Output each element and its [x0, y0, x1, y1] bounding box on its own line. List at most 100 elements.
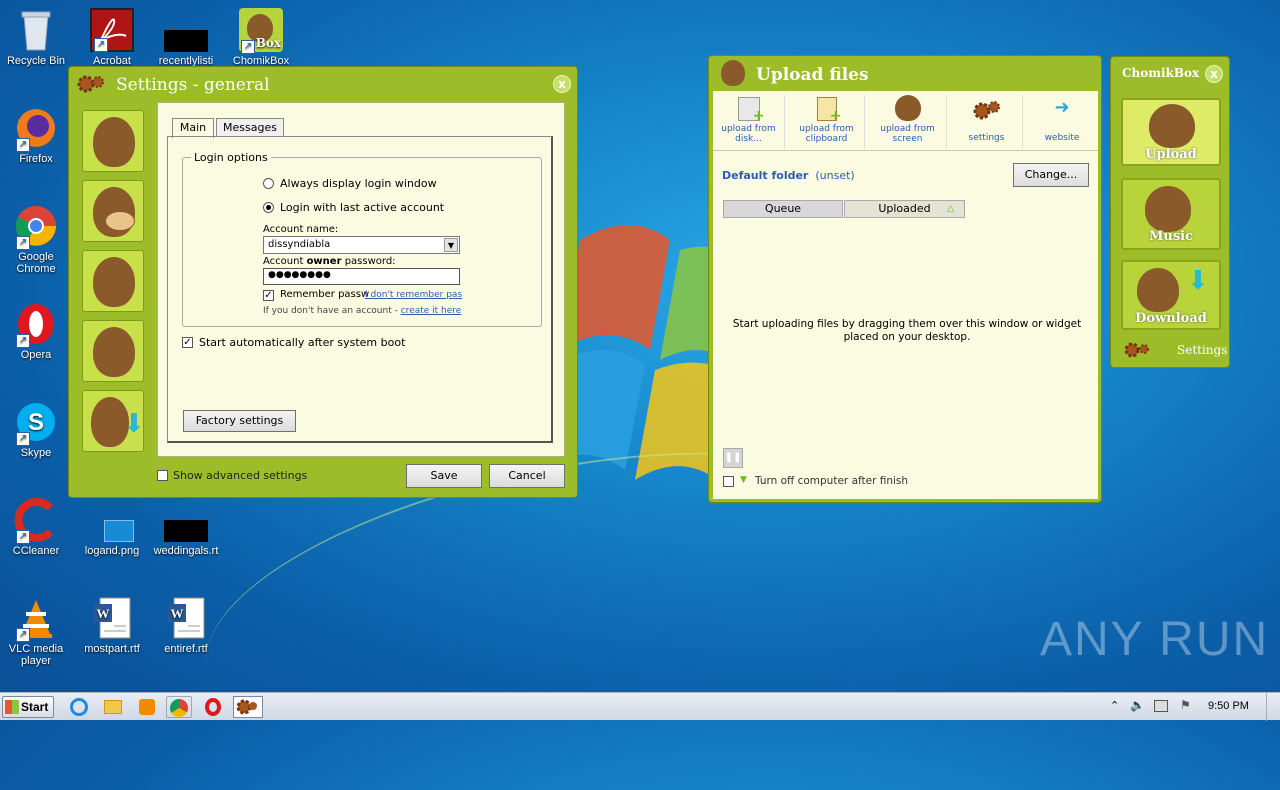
- tab-main[interactable]: Main: [172, 118, 214, 138]
- desktop-icon-opera[interactable]: ↗ Opera: [0, 302, 72, 361]
- chrome-icon: [170, 699, 188, 717]
- upload-hint: Start uploading files by dragging them o…: [732, 318, 1082, 343]
- save-button[interactable]: Save: [406, 464, 482, 488]
- create-account-link[interactable]: create it here: [401, 306, 462, 316]
- shortcut-arrow-icon: ↗: [16, 432, 30, 446]
- shortcut-arrow-icon: ↗: [94, 38, 108, 52]
- folder-icon: [104, 700, 122, 714]
- advanced-settings-checkbox[interactable]: [157, 470, 168, 481]
- autostart-checkbox[interactable]: ✓: [182, 337, 193, 348]
- sidebar-tile-music[interactable]: [82, 320, 144, 382]
- hamster-headphones-icon: [93, 327, 135, 377]
- recycle-bin-icon: [14, 8, 58, 52]
- widget-close-button[interactable]: x: [1205, 65, 1223, 83]
- shutdown-arrow-icon: ▼: [740, 475, 747, 485]
- desktop-icon-ccleaner[interactable]: ↗ CCleaner: [0, 498, 72, 557]
- desktop-icon-chrome[interactable]: ↗ Google Chrome: [0, 204, 72, 275]
- tray-volume-icon[interactable]: 🔈: [1130, 698, 1145, 712]
- cancel-button[interactable]: Cancel: [489, 464, 565, 488]
- gears-icon: [236, 699, 257, 715]
- tab-uploaded[interactable]: Uploaded △: [844, 200, 965, 218]
- sidebar-tile-appearance[interactable]: [82, 180, 144, 242]
- hamster-general-icon: [93, 117, 135, 167]
- show-desktop-button[interactable]: [1266, 693, 1280, 721]
- shortcut-arrow-icon: ↗: [16, 236, 30, 250]
- desktop-icon-firefox[interactable]: ↗ Firefox: [0, 106, 72, 165]
- settings-title-bar[interactable]: Settings - general x: [69, 67, 577, 101]
- acrobat-icon: ↗: [90, 8, 134, 52]
- tray-show-hidden-icon[interactable]: ⌃: [1110, 699, 1119, 712]
- upload-title-bar[interactable]: Upload files: [709, 56, 1101, 90]
- factory-settings-button[interactable]: Factory settings: [183, 410, 296, 432]
- download-arrow-icon: ⬇: [1187, 266, 1209, 296]
- desktop-icon-acrobat[interactable]: ↗ Acrobat: [76, 8, 148, 67]
- tab-queue[interactable]: Queue: [723, 200, 843, 218]
- pause-button[interactable]: ❚❚: [723, 448, 743, 468]
- no-account-text: If you don't have an account - create it…: [263, 306, 462, 316]
- desktop-icon-vlc[interactable]: ↗ VLC media player: [0, 596, 72, 667]
- dropdown-arrow-icon[interactable]: ▼: [444, 238, 458, 252]
- account-name-select[interactable]: dissyndiabla ▼: [263, 236, 460, 254]
- desktop-icon-skype[interactable]: S ↗ Skype: [0, 400, 72, 459]
- desktop-icon-label: weddingals.rt: [153, 545, 219, 557]
- gears-icon: [973, 101, 1000, 120]
- desktop-icon-label: VLC media player: [8, 643, 64, 667]
- media-player-icon: [139, 699, 155, 715]
- toolbar-upload-disk[interactable]: + upload from disk...: [713, 95, 785, 149]
- settings-close-button[interactable]: x: [553, 75, 571, 93]
- remember-checkbox[interactable]: ✓: [263, 290, 274, 301]
- desktop-icon-mostpart[interactable]: W mostpart.rtf: [76, 596, 148, 655]
- desktop-icon-label: logand.png: [84, 545, 140, 557]
- upload-window: Upload files + upload from disk... + uplo…: [708, 55, 1102, 503]
- taskbar-media-button[interactable]: [134, 696, 160, 718]
- taskbar-opera-button[interactable]: [200, 696, 226, 718]
- ie-icon: [70, 698, 88, 716]
- hamster-title-icon: [721, 60, 745, 86]
- toolbar-upload-clipboard[interactable]: + upload from clipboard: [789, 95, 865, 149]
- taskbar-chrome-button[interactable]: [166, 696, 192, 718]
- change-folder-button[interactable]: Change...: [1013, 163, 1089, 187]
- tray-network-icon[interactable]: [1154, 700, 1168, 712]
- tray-clock[interactable]: 9:50 PM: [1208, 700, 1249, 712]
- shutdown-checkbox[interactable]: [723, 476, 734, 487]
- desktop-icon-recycle-bin[interactable]: Recycle Bin: [0, 8, 72, 67]
- blacked-file-icon: [164, 8, 208, 52]
- desktop-icon-recentlylisti[interactable]: recentlylisti: [150, 8, 222, 67]
- default-folder-value: (unset): [815, 169, 855, 182]
- radio-last-label: Login with last active account: [280, 201, 445, 214]
- tray-action-center-icon[interactable]: ⚑: [1180, 698, 1191, 712]
- desktop-icon-label: Recycle Bin: [6, 55, 66, 67]
- advanced-settings-label: Show advanced settings: [173, 469, 308, 482]
- autostart-label: Start automatically after system boot: [199, 336, 406, 349]
- desktop-icon-entiref[interactable]: W entiref.rtf: [150, 596, 222, 655]
- sidebar-tile-download[interactable]: ⬇: [82, 390, 145, 452]
- shortcut-arrow-icon: ↗: [16, 530, 30, 544]
- sidebar-tile-general[interactable]: [82, 110, 144, 172]
- toolbar-upload-screen[interactable]: upload from screen: [869, 95, 947, 149]
- taskbar-explorer-button[interactable]: [100, 696, 126, 718]
- toolbar-website[interactable]: ➜ website: [1027, 95, 1097, 149]
- widget-music-button[interactable]: Music: [1121, 178, 1221, 250]
- ccleaner-icon: ↗: [14, 498, 58, 544]
- taskbar-ie-button[interactable]: [66, 696, 92, 718]
- start-button[interactable]: Start: [2, 696, 54, 718]
- upload-title: Upload files: [756, 65, 869, 85]
- toolbar-settings[interactable]: settings: [951, 95, 1023, 149]
- radio-last-account[interactable]: [263, 202, 274, 213]
- gears-icon: [1124, 342, 1149, 358]
- forgot-password-link[interactable]: I don't remember pas: [365, 290, 462, 300]
- desktop-icon-chomikbox[interactable]: Box ↗ ChomikBox: [225, 8, 297, 67]
- default-folder-label: Default folder (unset): [722, 169, 855, 182]
- desktop-icon-logand[interactable]: logand.png: [76, 498, 148, 557]
- desktop-icon-weddingals[interactable]: weddingals.rt: [150, 498, 222, 557]
- radio-always-display[interactable]: [263, 178, 274, 189]
- tab-messages[interactable]: Messages: [216, 118, 284, 137]
- sidebar-tile-upload[interactable]: [82, 250, 144, 312]
- widget-upload-button[interactable]: Upload: [1121, 98, 1221, 166]
- widget-download-button[interactable]: ⬇ Download: [1121, 260, 1221, 330]
- login-options-title: Login options: [191, 151, 271, 164]
- password-field[interactable]: ●●●●●●●●: [263, 268, 460, 285]
- widget-settings-link[interactable]: Settings: [1123, 341, 1227, 361]
- desktop-icon-label: CCleaner: [12, 545, 60, 557]
- taskbar-chomikbox-button[interactable]: [233, 696, 263, 718]
